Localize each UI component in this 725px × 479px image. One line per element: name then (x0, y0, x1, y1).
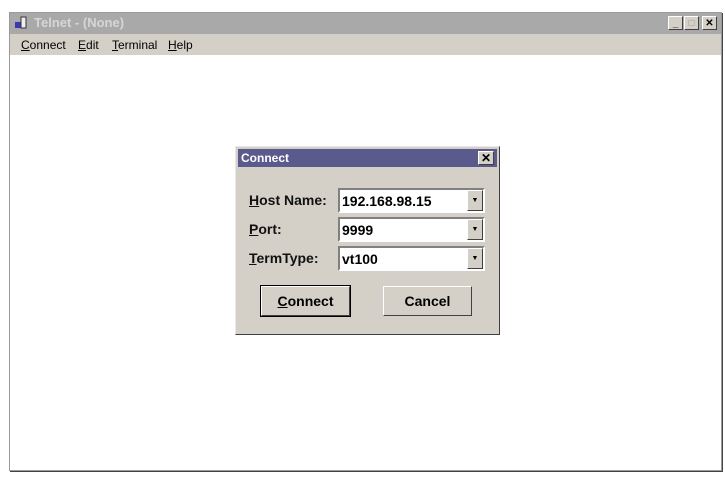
dialog-title: Connect (241, 151, 289, 165)
term-type-combo[interactable]: vt100 ▼ (338, 246, 485, 271)
connect-button[interactable]: Connect (260, 285, 351, 317)
cancel-button[interactable]: Cancel (383, 286, 472, 316)
term-type-label: TermType: (249, 250, 319, 266)
telnet-app-icon (15, 16, 27, 29)
maximize-button[interactable]: □ (684, 16, 699, 30)
close-button[interactable]: ✕ (702, 16, 717, 30)
menu-edit[interactable]: Edit (78, 38, 99, 52)
minimize-button[interactable]: _ (668, 16, 683, 30)
dropdown-arrow-icon[interactable]: ▼ (467, 248, 483, 269)
port-label: Port: (249, 221, 282, 237)
window-title: Telnet - (None) (34, 15, 125, 30)
menu-bar: Connect Edit Terminal Help (10, 34, 721, 55)
dialog-close-button[interactable]: ✕ (478, 151, 494, 165)
dropdown-arrow-icon[interactable]: ▼ (467, 219, 483, 240)
host-name-label: Host Name: (249, 192, 327, 208)
dropdown-arrow-icon[interactable]: ▼ (467, 190, 483, 211)
menu-connect[interactable]: Connect (21, 38, 66, 52)
dialog-title-bar: Connect ✕ (238, 149, 497, 167)
connect-dialog: Connect ✕ Host Name: 192.168.98.15 ▼ Port… (235, 146, 500, 335)
host-name-combo[interactable]: 192.168.98.15 ▼ (338, 188, 485, 213)
menu-help[interactable]: Help (168, 38, 193, 52)
port-combo[interactable]: 9999 ▼ (338, 217, 485, 242)
menu-terminal[interactable]: Terminal (112, 38, 157, 52)
title-bar: Telnet - (None) _ □ ✕ (10, 13, 721, 34)
